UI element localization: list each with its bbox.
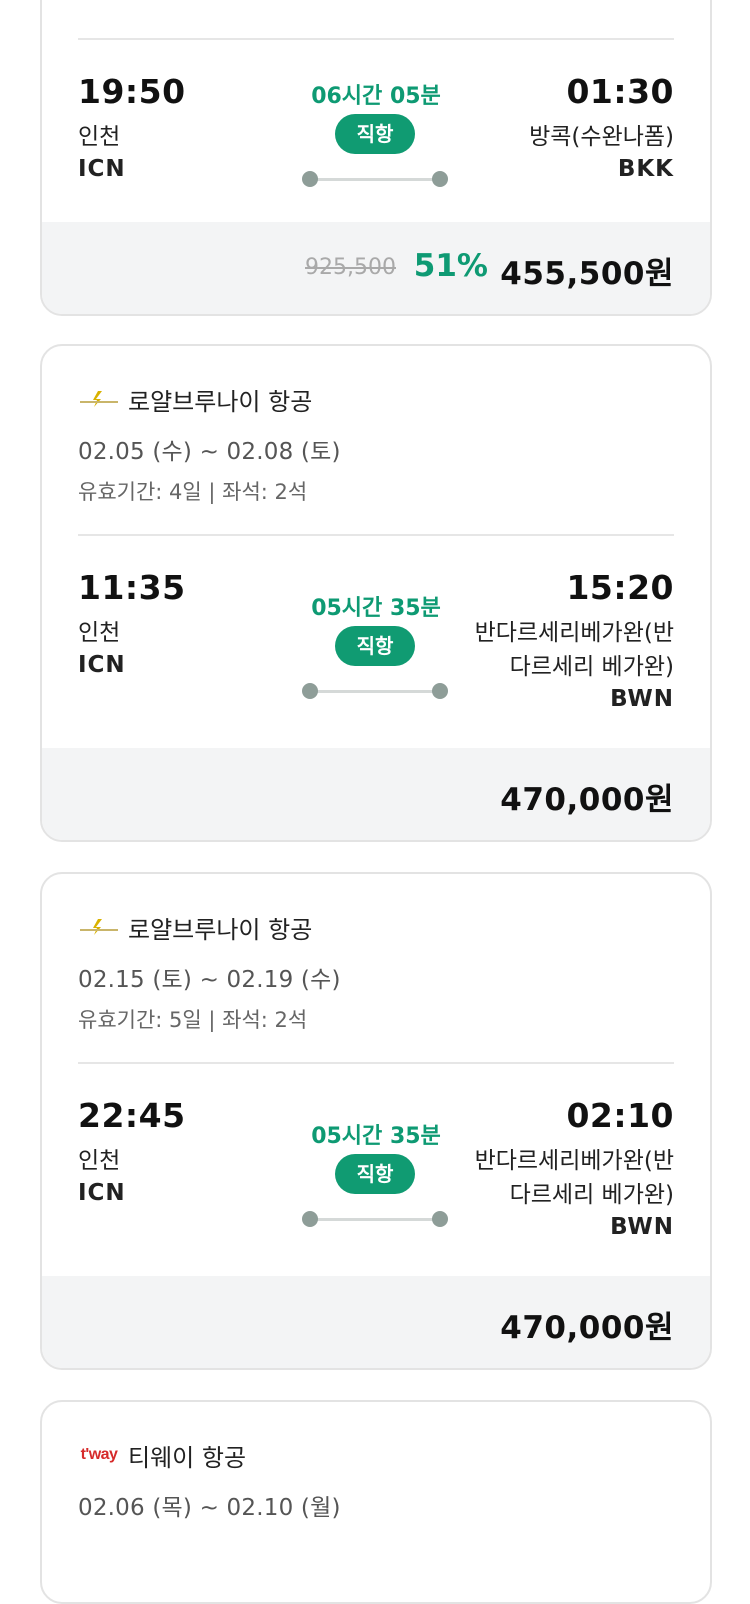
card-header: 로얄브루나이 항공 02.05 (수) ~ 02.08 (토) 유효기간: 4일…	[42, 346, 710, 506]
departure-code: ICN	[78, 156, 126, 182]
arrival-city-line1: 반다르세리베가완(반	[474, 620, 674, 646]
flight-info: 19:50 06시간 05분 01:30 인천 직항 방콕(수완나폼) ICN …	[78, 40, 674, 222]
direct-flight-badge: 직항	[335, 626, 415, 666]
arrival-time: 01:30	[566, 72, 674, 111]
final-price: 470,000원	[500, 782, 674, 818]
airline-row: 로얄브루나이 항공	[78, 912, 674, 944]
arrival-time: 15:20	[566, 568, 674, 607]
arrival-code: BKK	[617, 156, 674, 182]
royal-brunei-logo-icon	[78, 387, 120, 411]
departure-city: 인천	[78, 1148, 121, 1174]
destination-dot-icon	[432, 171, 448, 187]
destination-dot-icon	[432, 683, 448, 699]
arrival-city-line1: 반다르세리베가완(반	[474, 1148, 674, 1174]
validity-seats: 유효기간: 5일 | 좌석: 2석	[78, 1008, 308, 1032]
origin-dot-icon	[302, 1211, 318, 1227]
arrival-city-line2: 다르세리 베가완)	[509, 654, 674, 680]
route-track	[310, 690, 440, 693]
route-track	[310, 1218, 440, 1221]
flight-card[interactable]: t'way 티웨이 항공 02.06 (목) ~ 02.10 (월)	[40, 1400, 712, 1604]
validity-seats: 유효기간: 4일 | 좌석: 2석	[78, 480, 308, 504]
travel-dates: 02.15 (토) ~ 02.19 (수)	[78, 967, 341, 993]
destination-dot-icon	[432, 1211, 448, 1227]
airline-name: 티웨이 항공	[128, 1443, 247, 1472]
arrival-city-line2: 다르세리 베가완)	[509, 1182, 674, 1208]
airline-row: 로얄브루나이 항공	[78, 384, 674, 416]
departure-code: ICN	[78, 1180, 126, 1206]
price-bar: 925,500 51% 455,500원	[42, 222, 710, 314]
tway-logo-icon: t'way	[80, 1446, 118, 1463]
direct-flight-badge: 직항	[335, 1154, 415, 1194]
departure-code: ICN	[78, 652, 126, 678]
arrival-code: BWN	[610, 1214, 674, 1240]
original-price: 925,500	[305, 255, 396, 280]
arrival-city: 방콕(수완나폼)	[529, 124, 674, 150]
discount-rate: 51%	[413, 248, 488, 284]
departure-city: 인천	[78, 620, 121, 646]
origin-dot-icon	[302, 683, 318, 699]
route-track	[310, 178, 440, 181]
final-price: 470,000원	[500, 1310, 674, 1346]
flight-card[interactable]: 19:50 06시간 05분 01:30 인천 직항 방콕(수완나폼) ICN …	[40, 0, 712, 316]
origin-dot-icon	[302, 171, 318, 187]
card-header: t'way 티웨이 항공 02.06 (목) ~ 02.10 (월)	[42, 1402, 710, 1522]
airline-name: 로얄브루나이 항공	[128, 915, 313, 944]
airline-row: t'way 티웨이 항공	[78, 1440, 674, 1472]
arrival-time: 02:10	[566, 1096, 674, 1135]
final-price: 455,500원	[500, 256, 674, 292]
direct-flight-badge: 직항	[335, 114, 415, 154]
flight-card[interactable]: 로얄브루나이 항공 02.15 (토) ~ 02.19 (수) 유효기간: 5일…	[40, 872, 712, 1370]
travel-dates: 02.05 (수) ~ 02.08 (토)	[78, 439, 341, 465]
price-bar: 470,000원	[42, 1276, 710, 1368]
price-bar: 470,000원	[42, 748, 710, 840]
flight-card[interactable]: 로얄브루나이 항공 02.05 (수) ~ 02.08 (토) 유효기간: 4일…	[40, 344, 712, 842]
card-header: 로얄브루나이 항공 02.15 (토) ~ 02.19 (수) 유효기간: 5일…	[42, 874, 710, 1034]
royal-brunei-logo-icon	[78, 915, 120, 939]
departure-city: 인천	[78, 124, 121, 150]
airline-name: 로얄브루나이 항공	[128, 387, 313, 416]
travel-dates: 02.06 (목) ~ 02.10 (월)	[78, 1495, 341, 1521]
flight-info: 11:35 05시간 35분 15:20 인천 직항 반다르세리베가완(반 다르…	[78, 536, 674, 752]
flight-info: 22:45 05시간 35분 02:10 인천 직항 반다르세리베가완(반 다르…	[78, 1064, 674, 1280]
arrival-code: BWN	[610, 686, 674, 712]
